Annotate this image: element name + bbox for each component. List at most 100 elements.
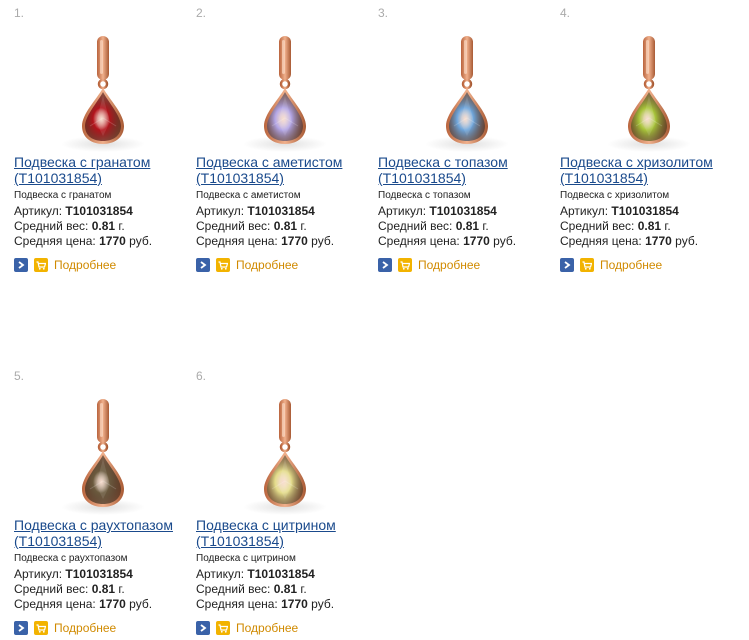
weight-label: Средний вес:: [14, 582, 89, 596]
article-label: Артикул:: [196, 204, 245, 218]
details-arrow-button[interactable]: [14, 258, 28, 272]
more-link[interactable]: Подробнее: [418, 258, 480, 272]
price-row: Средняя цена: 1770 руб.: [196, 597, 334, 611]
product-subtitle: Подвеска с гранатом: [14, 190, 112, 201]
product-title: Подвеска с гранатом: [14, 154, 151, 170]
price-row: Средняя цена: 1770 руб.: [196, 234, 334, 248]
product-subtitle: Подвеска с аметистом: [196, 190, 301, 201]
pendant-image: [61, 36, 145, 152]
price-label: Средняя цена:: [14, 597, 96, 611]
price-label: Средняя цена:: [14, 234, 96, 248]
card-actions: Подробнее: [196, 620, 298, 636]
price-label: Средняя цена:: [196, 234, 278, 248]
product-image[interactable]: [584, 22, 714, 162]
price-row: Средняя цена: 1770 руб.: [560, 234, 698, 248]
article-label: Артикул:: [378, 204, 427, 218]
weight-unit: г.: [118, 582, 125, 596]
price-unit: руб.: [311, 234, 335, 248]
product-subtitle: Подвеска с топазом: [378, 190, 471, 201]
weight-unit: г.: [300, 219, 307, 233]
article-row: Артикул: T101031854: [378, 204, 497, 218]
details-arrow-button[interactable]: [196, 621, 210, 635]
weight-label: Средний вес:: [196, 582, 271, 596]
product-subtitle: Подвеска с хризолитом: [560, 190, 670, 201]
product-image[interactable]: [220, 22, 350, 162]
card-actions: Подробнее: [14, 620, 116, 636]
card-actions: Подробнее: [14, 257, 116, 273]
product-image[interactable]: [38, 22, 168, 162]
add-to-cart-button[interactable]: [34, 258, 48, 272]
add-to-cart-button[interactable]: [398, 258, 412, 272]
arrow-right-icon: [200, 624, 207, 632]
product-title: Подвеска с хризолитом: [560, 154, 713, 170]
price-value: 1770: [99, 597, 126, 611]
cart-icon: [36, 260, 46, 270]
product-title-link[interactable]: Подвеска с аметистом (T101031854): [196, 154, 371, 186]
price-unit: руб.: [675, 234, 699, 248]
product-title-link[interactable]: Подвеска с хризолитом (T101031854): [560, 154, 735, 186]
article-value: T101031854: [65, 567, 133, 581]
item-number: 5.: [14, 369, 25, 383]
product-image[interactable]: [220, 385, 350, 525]
article-label: Артикул:: [196, 567, 245, 581]
details-arrow-button[interactable]: [378, 258, 392, 272]
weight-row: Средний вес: 0.81 г.: [196, 582, 307, 596]
article-row: Артикул: T101031854: [14, 204, 133, 218]
product-title-link[interactable]: Подвеска с цитрином (T101031854): [196, 517, 371, 549]
article-value: T101031854: [247, 567, 315, 581]
item-number: 4.: [560, 6, 571, 20]
add-to-cart-button[interactable]: [216, 258, 230, 272]
price-label: Средняя цена:: [560, 234, 642, 248]
pendant-image: [243, 399, 327, 515]
weight-row: Средний вес: 0.81 г.: [14, 219, 125, 233]
article-label: Артикул:: [14, 204, 63, 218]
weight-label: Средний вес:: [378, 219, 453, 233]
product-title-link[interactable]: Подвеска с гранатом (T101031854): [14, 154, 189, 186]
weight-unit: г.: [482, 219, 489, 233]
weight-row: Средний вес: 0.81 г.: [14, 582, 125, 596]
price-value: 1770: [281, 597, 308, 611]
product-image[interactable]: [38, 385, 168, 525]
cart-icon: [36, 623, 46, 633]
product-title: Подвеска с цитрином: [196, 517, 336, 533]
article-row: Артикул: T101031854: [14, 567, 133, 581]
more-link[interactable]: Подробнее: [600, 258, 662, 272]
price-row: Средняя цена: 1770 руб.: [378, 234, 516, 248]
details-arrow-button[interactable]: [560, 258, 574, 272]
product-code: (T101031854): [378, 170, 466, 186]
more-link[interactable]: Подробнее: [236, 621, 298, 635]
add-to-cart-button[interactable]: [580, 258, 594, 272]
weight-value: 0.81: [91, 219, 116, 233]
price-label: Средняя цена:: [196, 597, 278, 611]
pendant-image: [243, 36, 327, 152]
article-value: T101031854: [429, 204, 497, 218]
weight-unit: г.: [664, 219, 671, 233]
weight-value: 0.81: [273, 219, 298, 233]
weight-label: Средний вес:: [14, 219, 89, 233]
weight-row: Средний вес: 0.81 г.: [196, 219, 307, 233]
article-label: Артикул:: [14, 567, 63, 581]
weight-unit: г.: [300, 582, 307, 596]
details-arrow-button[interactable]: [196, 258, 210, 272]
product-title-link[interactable]: Подвеска с раухтопазом (T101031854): [14, 517, 189, 549]
card-actions: Подробнее: [378, 257, 480, 273]
add-to-cart-button[interactable]: [34, 621, 48, 635]
more-link[interactable]: Подробнее: [54, 621, 116, 635]
price-unit: руб.: [129, 234, 153, 248]
more-link[interactable]: Подробнее: [236, 258, 298, 272]
arrow-right-icon: [200, 261, 207, 269]
product-title-link[interactable]: Подвеска с топазом (T101031854): [378, 154, 553, 186]
details-arrow-button[interactable]: [14, 621, 28, 635]
product-title: Подвеска с аметистом: [196, 154, 343, 170]
more-link[interactable]: Подробнее: [54, 258, 116, 272]
product-code: (T101031854): [560, 170, 648, 186]
article-row: Артикул: T101031854: [196, 567, 315, 581]
add-to-cart-button[interactable]: [216, 621, 230, 635]
weight-row: Средний вес: 0.81 г.: [378, 219, 489, 233]
product-image[interactable]: [402, 22, 532, 162]
cart-icon: [218, 260, 228, 270]
price-unit: руб.: [129, 597, 153, 611]
article-value: T101031854: [65, 204, 133, 218]
weight-value: 0.81: [91, 582, 116, 596]
article-row: Артикул: T101031854: [196, 204, 315, 218]
